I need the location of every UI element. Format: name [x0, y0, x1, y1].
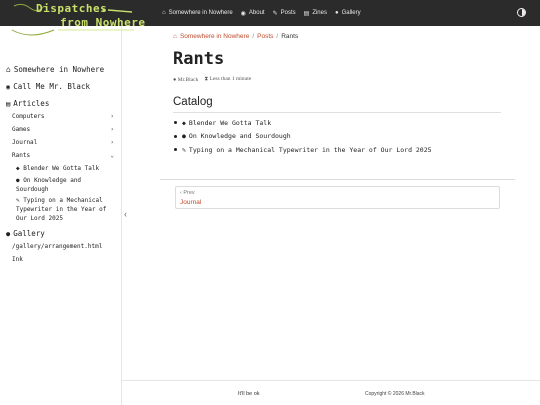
- sidebar-item-call[interactable]: ◉ Call Me Mr. Black: [6, 82, 90, 91]
- nav-about[interactable]: ◉ About: [241, 10, 265, 17]
- bullet-icon: [174, 121, 177, 125]
- pencil-icon: ✎: [16, 197, 20, 204]
- sidebar-call-label: Call Me Mr. Black: [13, 82, 90, 91]
- sidebar-item-journal[interactable]: Journal ›: [12, 139, 114, 146]
- content-divider: [160, 179, 515, 180]
- palette-icon: ●: [6, 229, 11, 238]
- sidebar-articles-label: Articles: [13, 99, 50, 108]
- list-item[interactable]: ● On Knowledge and Sourdough: [174, 130, 432, 144]
- cube-icon: ◆: [182, 118, 186, 127]
- sidebar: ⌂ Somewhere in Nowhere ◉ Call Me Mr. Bla…: [0, 26, 122, 405]
- pencil-icon: ✎: [182, 145, 186, 154]
- sidebar-item-gallery[interactable]: ● Gallery: [6, 229, 45, 238]
- sidebar-gallery-link-ink[interactable]: Ink: [12, 256, 23, 263]
- sidebar-collapse-button[interactable]: ‹: [124, 209, 127, 219]
- book-icon: ▤: [303, 10, 310, 17]
- sidebar-item-label: Computers: [12, 113, 45, 120]
- logo-text-line1: Dispatches: [36, 2, 108, 15]
- hourglass-icon: ⧗: [204, 76, 209, 82]
- nav-posts-label: Posts: [280, 10, 296, 16]
- chevron-right-icon: ›: [110, 126, 114, 133]
- bullet-icon: [174, 134, 177, 138]
- nav-home-label: Somewhere in Nowhere: [168, 10, 233, 16]
- chevron-down-icon: ⌄: [110, 152, 114, 159]
- person-icon: ●: [16, 177, 20, 184]
- sidebar-gallery-label: Gallery: [13, 229, 45, 238]
- chevron-right-icon: ›: [110, 113, 114, 120]
- home-icon: ⌂: [173, 33, 177, 40]
- sidebar-subitem-sourdough[interactable]: ● On Knowledge and Sourdough: [16, 176, 116, 194]
- home-icon: ⌂: [162, 10, 166, 16]
- list-item[interactable]: ✎ Typing on a Mechanical Typewriter in t…: [174, 143, 432, 157]
- sidebar-home-label: Somewhere in Nowhere: [13, 65, 105, 74]
- nav-gallery[interactable]: ● Gallery: [335, 10, 361, 16]
- sidebar-item-label: Rants: [12, 152, 31, 159]
- catalog-divider: [173, 112, 501, 113]
- eye-icon: ◉: [240, 10, 246, 17]
- footer-tagline: It'll be ok: [238, 391, 260, 397]
- sidebar-item-rants[interactable]: Rants ⌄: [12, 152, 114, 159]
- top-navbar: Dispatches from Nowhere ⌂ Somewhere in N…: [0, 0, 540, 36]
- catalog-item-label: Blender We Gotta Talk: [188, 118, 272, 127]
- sidebar-subitem-label: Typing on a Mechanical Typewriter in the…: [16, 197, 107, 222]
- footer-copyright: Copyright © 2026 Mr.Black: [365, 391, 425, 397]
- catalog-title: Catalog: [173, 96, 213, 108]
- nav-gallery-label: Gallery: [341, 10, 361, 16]
- breadcrumb-separator: /: [252, 33, 255, 40]
- breadcrumb-posts[interactable]: Posts: [257, 33, 273, 40]
- nav-zines[interactable]: ▤ Zines: [304, 10, 327, 17]
- author-meta: ● Mr.Black: [173, 77, 198, 83]
- book-icon: ▤: [6, 99, 11, 108]
- sidebar-gallery-link-arrangement[interactable]: /gallery/arrangement.html: [12, 243, 102, 250]
- page-title: Rants: [173, 49, 225, 69]
- reading-time-meta: ⧗ Less than 1 minute: [204, 76, 251, 83]
- sidebar-item-computers[interactable]: Computers ›: [12, 113, 114, 120]
- catalog-list: ◆ Blender We Gotta Talk ● On Knowledge a…: [174, 116, 432, 157]
- post-meta: ● Mr.Black ⧗ Less than 1 minute: [173, 76, 251, 83]
- nav-posts[interactable]: ✎ Posts: [273, 10, 296, 17]
- sidebar-item-games[interactable]: Games ›: [12, 126, 114, 133]
- nav-links: ⌂ Somewhere in Nowhere ◉ About ✎ Posts ▤…: [162, 0, 361, 26]
- catalog-item-label: On Knowledge and Sourdough: [188, 132, 291, 141]
- cube-icon: ◆: [16, 165, 20, 172]
- sidebar-subitem-label: Blender We Gotta Talk: [23, 165, 100, 172]
- sidebar-item-label: Journal: [12, 139, 38, 146]
- sidebar-item-home[interactable]: ⌂ Somewhere in Nowhere: [6, 65, 104, 74]
- sidebar-subitem-label: On Knowledge and Sourdough: [16, 177, 82, 193]
- author-name: Mr.Black: [177, 76, 199, 83]
- bullet-icon: [174, 148, 177, 152]
- breadcrumb: ⌂ Somewhere in Nowhere / Posts / Rants: [173, 33, 298, 40]
- breadcrumb-home[interactable]: Somewhere in Nowhere: [180, 33, 249, 40]
- prev-title: Journal: [180, 199, 202, 206]
- list-item[interactable]: ◆ Blender We Gotta Talk: [174, 116, 432, 130]
- sidebar-item-articles[interactable]: ▤ Articles: [6, 99, 49, 108]
- sidebar-subitem-blender[interactable]: ◆ Blender We Gotta Talk: [16, 164, 116, 173]
- edit-icon: ✎: [272, 10, 278, 17]
- contrast-icon[interactable]: [517, 8, 526, 17]
- palette-icon: ●: [334, 10, 339, 16]
- home-icon: ⌂: [6, 65, 11, 74]
- reading-time: Less than 1 minute: [209, 76, 252, 82]
- footer: It'll be ok Copyright © 2026 Mr.Black: [122, 380, 540, 405]
- sidebar-item-label: Games: [12, 126, 31, 133]
- prev-label: ‹ Prev: [180, 190, 195, 196]
- catalog-item-label: Typing on a Mechanical Typewriter in the…: [188, 145, 432, 154]
- person-icon: ●: [182, 132, 186, 141]
- sidebar-subitem-typewriter[interactable]: ✎ Typing on a Mechanical Typewriter in t…: [16, 196, 116, 223]
- prev-page-button[interactable]: ‹ Prev Journal: [175, 186, 500, 209]
- chevron-right-icon: ›: [110, 139, 114, 146]
- nav-about-label: About: [248, 10, 265, 16]
- person-icon: ●: [173, 76, 177, 83]
- nav-home[interactable]: ⌂ Somewhere in Nowhere: [162, 10, 233, 16]
- eye-icon: ◉: [6, 82, 11, 91]
- breadcrumb-current: Rants: [281, 33, 299, 40]
- breadcrumb-separator: /: [276, 33, 279, 40]
- nav-zines-label: Zines: [312, 10, 327, 16]
